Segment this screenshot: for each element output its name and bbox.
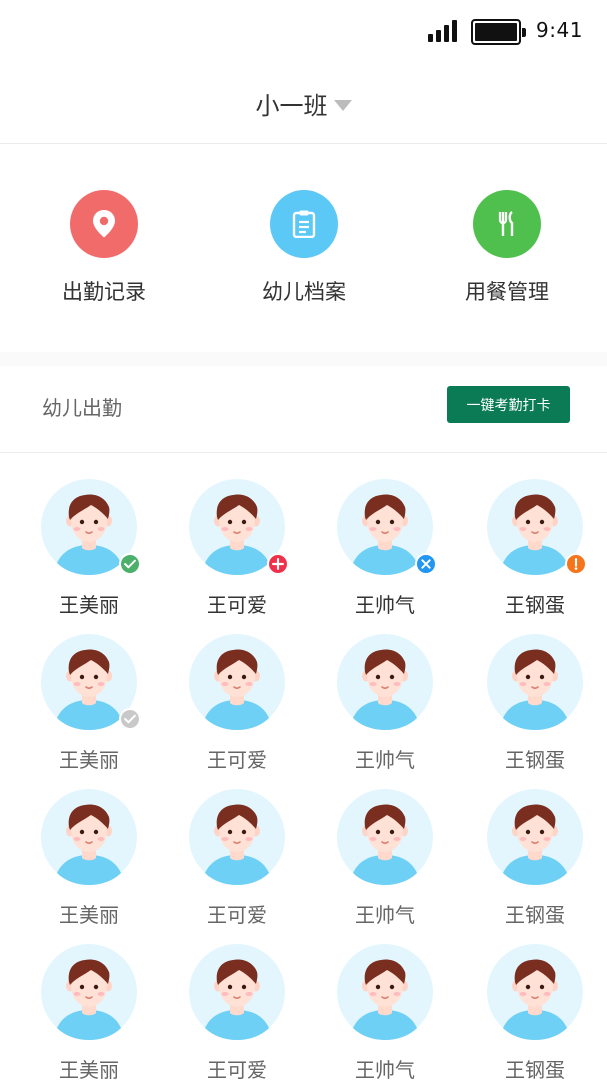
avatar [337,479,437,575]
dropdown-arrow-icon [333,100,352,111]
menu-meal-management[interactable]: 用餐管理 [432,190,582,306]
child-avatar-icon [189,789,285,885]
child-name: 王帅气 [355,1058,415,1080]
child-card[interactable]: 王可爱 [167,763,307,927]
avatar [487,634,583,730]
child-avatar-icon [337,789,433,885]
location-pin-icon [70,190,138,258]
child-grid: 王美丽 王可爱 王帅气 王钢蛋 王美丽 王可爱 王帅气 王钢蛋 王美丽 王可爱 王帅气 王钢蛋 王美丽王… [0,453,607,1080]
child-avatar-icon [487,789,583,885]
child-card[interactable]: 王可爱 [167,918,307,1080]
avatar [337,789,433,885]
child-avatar-icon [41,944,137,1040]
child-card[interactable]: 王可爱 [167,453,307,617]
status-time: 9:41 [536,18,583,42]
avatar [41,789,137,885]
child-card[interactable]: 王美丽 [19,763,159,927]
avatar [41,944,137,1040]
cutlery-icon [473,190,541,258]
class-title: 小一班 [255,92,328,120]
menu-attendance-records[interactable]: 出勤记录 [29,190,179,306]
child-name: 王可爱 [207,1058,267,1080]
avatar [189,479,289,575]
child-card[interactable]: 王帅气 [315,763,455,927]
child-card[interactable]: 王钢蛋 [465,453,605,617]
avatar [41,634,141,730]
child-avatar-icon [337,944,433,1040]
avatar [189,634,285,730]
exclamation-badge-icon [565,553,587,575]
avatar [337,944,433,1040]
attendance-header: 幼儿出勤 一键考勤打卡 [0,366,607,453]
child-name: 王钢蛋 [505,1058,565,1080]
clipboard-icon [270,190,338,258]
status-bar: 9:41 [0,0,607,64]
child-avatar-icon [487,944,583,1040]
child-avatar-icon [41,789,137,885]
child-card[interactable]: 王帅气 [315,608,455,772]
child-card[interactable]: 王钢蛋 [465,918,605,1080]
plus-badge-icon [267,553,289,575]
avatar [41,479,141,575]
child-card[interactable]: 王钢蛋 [465,763,605,927]
one-click-checkin-button[interactable]: 一键考勤打卡 [447,386,570,423]
avatar [189,789,285,885]
cross-badge-icon [415,553,437,575]
child-name: 王美丽 [59,1058,119,1080]
avatar [487,944,583,1040]
menu-label: 幼儿档案 [262,280,346,304]
avatar [337,634,433,730]
child-card[interactable]: 王可爱 [167,608,307,772]
avatar [189,944,285,1040]
signal-icon [428,20,462,42]
section-title: 幼儿出勤 [42,396,122,420]
child-card[interactable]: 王帅气 [315,918,455,1080]
menu-child-profiles[interactable]: 幼儿档案 [229,190,379,306]
checkmark-badge-icon [119,553,141,575]
avatar [487,789,583,885]
battery-tip [522,28,526,37]
child-avatar-icon [189,944,285,1040]
avatar [487,479,587,575]
child-card[interactable]: 王美丽 [19,453,159,617]
section-divider [0,352,607,366]
quick-menu: 出勤记录 幼儿档案 用餐管理 [0,144,607,352]
child-avatar-icon [487,634,583,730]
child-card[interactable]: 王帅气 [315,453,455,617]
child-card[interactable]: 王美丽 [19,918,159,1080]
child-avatar-icon [189,634,285,730]
child-avatar-icon [337,634,433,730]
checkmark-badge-icon [119,708,141,730]
battery-icon [471,19,521,45]
class-selector[interactable]: 小一班 [0,64,607,144]
child-card[interactable]: 王钢蛋 [465,608,605,772]
menu-label: 出勤记录 [62,280,146,304]
child-card[interactable]: 王美丽 [19,608,159,772]
menu-label: 用餐管理 [465,280,549,304]
